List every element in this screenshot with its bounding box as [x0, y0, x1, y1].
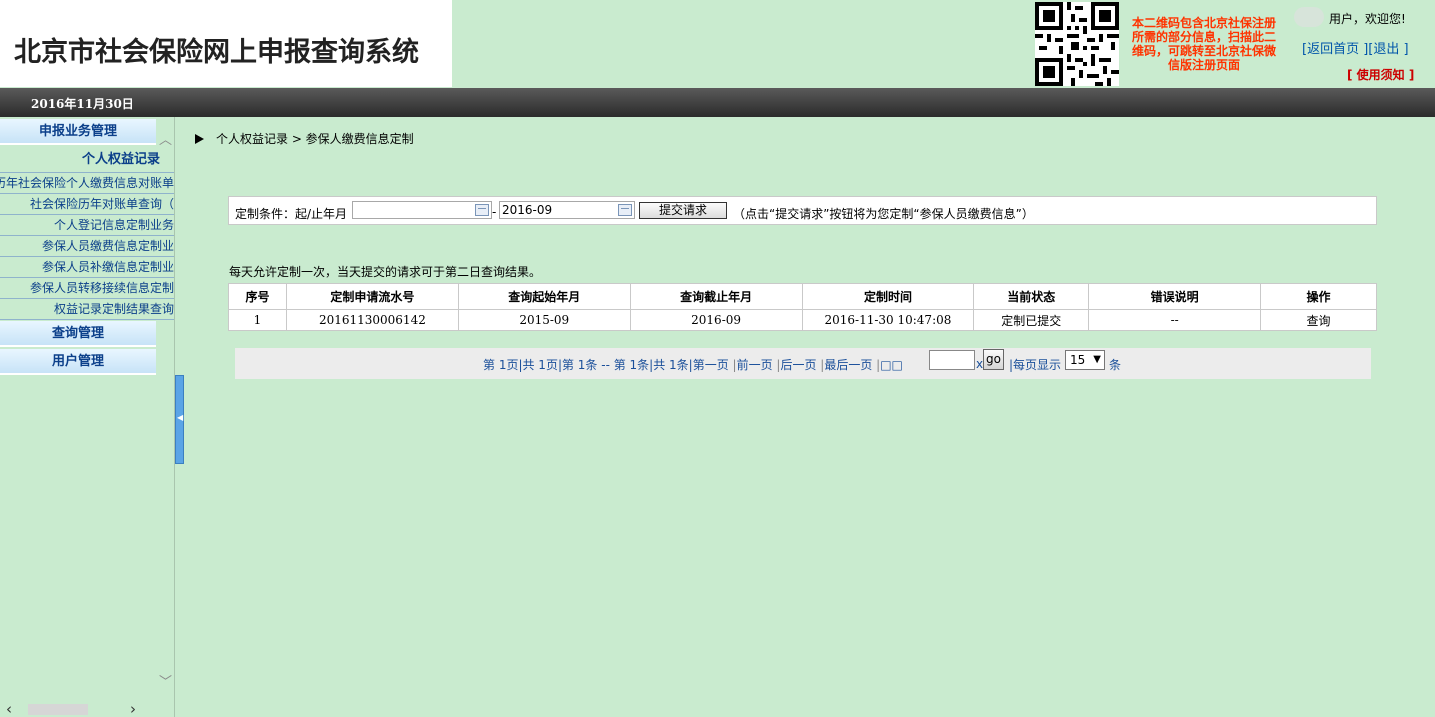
sidebar-item-payment-custom[interactable]: 参保人员缴费信息定制业 — [0, 236, 174, 257]
usage-notice-link[interactable]: [ 使用须知 ] — [1347, 66, 1414, 83]
first-page-link[interactable]: 第一页 — [693, 358, 729, 372]
breadcrumb-text: 个人权益记录 > 参保人缴费信息定制 — [216, 132, 414, 146]
system-title: 北京市社会保险网上申报查询系统 — [14, 37, 419, 68]
prev-page-link[interactable]: 前一页 — [737, 358, 773, 372]
scroll-thumb[interactable] — [28, 704, 88, 715]
sidebar-item-transfer-custom[interactable]: 参保人员转移接续信息定制 — [0, 278, 174, 299]
scroll-down-icon[interactable]: ﹀ — [159, 671, 172, 690]
column-header: 查询起始年月 — [457, 283, 631, 310]
filter-panel: 定制条件：起/止年月 - 2016-09 提交请求 （点击“提交请求”按钮将为您… — [228, 196, 1377, 225]
application-serial: 20161130006142 — [285, 309, 459, 331]
error-description: -- — [1088, 309, 1262, 331]
scroll-right-icon[interactable]: › — [130, 700, 136, 717]
goto-label: □□ — [880, 358, 903, 372]
qr-code-image — [1035, 2, 1119, 86]
pagination-links: 第 1页|共 1页|第 1条 -- 第 1条|共 1条|第一页 |前一页 |后一… — [483, 358, 903, 372]
header-links: [返回首页 ][退出 ] — [1302, 38, 1409, 57]
column-header: 操作 — [1260, 283, 1377, 310]
pagination-summary: 第 1页|共 1页|第 1条 -- 第 1条|共 1条| — [483, 358, 693, 372]
filter-label: 定制条件：起/止年月 — [235, 207, 348, 221]
date-separator: - — [492, 205, 497, 219]
query-start-month: 2015-09 — [457, 309, 631, 331]
table-header-row: 序号 定制申请流水号 查询起始年月 查询截止年月 定制时间 当前状态 错误说明 … — [228, 283, 1377, 310]
home-link[interactable]: [返回首页 ] — [1302, 42, 1368, 57]
table-row: 1 20161130006142 2015-09 2016-09 2016-11… — [228, 309, 1377, 331]
sidebar-section-personal[interactable]: 个人权益记录 — [0, 147, 174, 173]
page-number-input[interactable] — [929, 350, 975, 370]
scroll-up-icon[interactable]: ︿ — [159, 129, 172, 148]
next-page-link[interactable]: 后一页 — [780, 358, 816, 372]
column-header: 序号 — [228, 283, 287, 310]
daily-limit-note: 每天允许定制一次，当天提交的请求可于第二日查询结果。 — [229, 265, 542, 279]
sidebar-horizontal-scrollbar[interactable]: ‹ › — [0, 700, 174, 717]
qr-code-note: 本二维码包含北京社保注册所需的部分信息，扫描此二维码，可跳转至北京社保微信版注册… — [1131, 16, 1276, 72]
sidebar-section-declare[interactable]: 申报业务管理 — [0, 119, 156, 145]
end-month-value: 2016-09 — [502, 203, 553, 217]
collapse-arrow-icon: ◀ — [177, 413, 184, 422]
user-welcome-text: 用户，欢迎您! — [1329, 12, 1406, 26]
date-bar: 2016年11月30日 — [0, 88, 1435, 117]
sidebar-section-user[interactable]: 用户管理 — [0, 349, 156, 375]
per-page-unit: 条 — [1109, 358, 1122, 372]
logo-banner: 北京市社会保险网上申报查询系统 — [0, 0, 452, 87]
header: 北京市社会保险网上申报查询系统 本二维码包含北京社保注册所需的部分信息，扫描此二… — [0, 0, 1435, 88]
sidebar-collapse-handle[interactable]: ◀ — [175, 375, 184, 464]
sidebar-item-statement-history[interactable]: 社会保险历年对账单查询（ — [0, 194, 174, 215]
column-header: 定制时间 — [801, 283, 975, 310]
sidebar-section-personal-label: 个人权益记录 — [82, 152, 161, 167]
results-table: 序号 定制申请流水号 查询起始年月 查询截止年月 定制时间 当前状态 错误说明 … — [228, 283, 1377, 331]
column-header: 当前状态 — [973, 283, 1090, 310]
filter-hint: （点击“提交请求”按钮将为您定制“参保人员缴费信息”） — [733, 207, 1034, 221]
last-page-link[interactable]: 最后一页 — [824, 358, 872, 372]
sidebar-item-supplement-custom[interactable]: 参保人员补缴信息定制业 — [0, 257, 174, 278]
sidebar: 申报业务管理 个人权益记录 历年社会保险个人缴费信息对账单 社会保险历年对账单查… — [0, 117, 175, 717]
pagination-bar: 第 1页|共 1页|第 1条 -- 第 1条|共 1条|第一页 |前一页 |后一… — [235, 348, 1371, 379]
query-action-link[interactable]: 查询 — [1260, 309, 1377, 331]
logout-link[interactable]: [退出 ] — [1368, 42, 1408, 57]
breadcrumb: 个人权益记录 > 参保人缴费信息定制 — [195, 130, 414, 147]
start-month-input[interactable] — [352, 201, 492, 219]
breadcrumb-arrow-icon — [195, 134, 204, 144]
column-header: 查询截止年月 — [629, 283, 803, 310]
scroll-left-icon[interactable]: ‹ — [6, 700, 12, 717]
row-index: 1 — [228, 309, 287, 331]
sidebar-section-query[interactable]: 查询管理 — [0, 321, 156, 347]
column-header: 错误说明 — [1088, 283, 1262, 310]
column-header: 定制申请流水号 — [285, 283, 459, 310]
per-page-label: |每页显示 — [1009, 358, 1062, 372]
current-date: 2016年11月30日 — [31, 97, 134, 111]
per-page-select[interactable]: 15 ▼ — [1065, 350, 1105, 370]
sidebar-item-custom-results[interactable]: 权益记录定制结果查询 — [0, 299, 174, 320]
sidebar-vertical-scrollbar[interactable]: ︿ ﹀ — [156, 121, 174, 701]
calendar-icon[interactable] — [618, 204, 632, 216]
current-status: 定制已提交 — [973, 309, 1090, 331]
query-end-month: 2016-09 — [629, 309, 803, 331]
sidebar-item-statement[interactable]: 历年社会保险个人缴费信息对账单 — [0, 173, 174, 194]
user-avatar — [1294, 7, 1324, 27]
calendar-icon[interactable] — [475, 204, 489, 216]
end-month-input[interactable]: 2016-09 — [499, 201, 635, 219]
chevron-down-icon: ▼ — [1093, 354, 1101, 365]
submit-request-button[interactable]: 提交请求 — [639, 202, 727, 219]
custom-time: 2016-11-30 10:47:08 — [801, 309, 975, 331]
go-button[interactable]: go — [983, 349, 1004, 370]
sidebar-item-registration[interactable]: 个人登记信息定制业务 — [0, 215, 174, 236]
per-page-value: 15 — [1070, 353, 1086, 367]
